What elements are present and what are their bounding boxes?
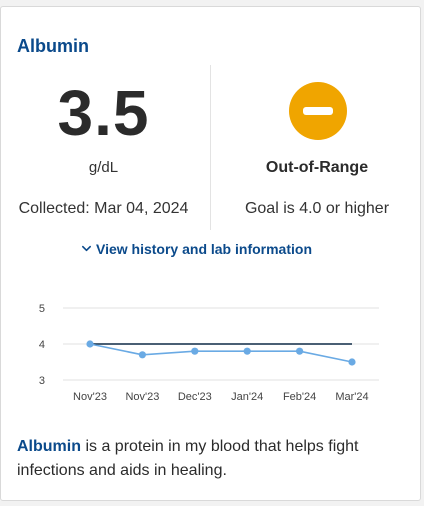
data-point xyxy=(191,347,199,355)
x-tick-label: Nov'23 xyxy=(125,391,159,403)
x-tick-label: Feb'24 xyxy=(283,391,316,403)
data-point xyxy=(296,347,304,355)
chevron-down-icon xyxy=(82,246,91,252)
x-tick-label: Jan'24 xyxy=(231,391,263,403)
result-unit: g/dL xyxy=(88,159,119,176)
data-point xyxy=(243,347,251,355)
data-point xyxy=(348,358,356,366)
column-divider xyxy=(210,65,211,230)
lab-title: Albumin xyxy=(17,36,89,56)
lab-result-card: Albumin 3.5 g/dL Collected: Mar 04, 2024… xyxy=(0,6,421,501)
collected-date: Collected: Mar 04, 2024 xyxy=(18,200,189,217)
minus-circle-icon xyxy=(289,82,347,140)
data-point xyxy=(86,340,94,348)
y-tick-label: 4 xyxy=(39,339,45,351)
view-history-label: View history and lab information xyxy=(96,241,312,257)
description: Albumin is a protein in my blood that he… xyxy=(17,435,409,483)
data-point xyxy=(138,351,146,359)
view-history-link[interactable]: View history and lab information xyxy=(81,241,312,257)
description-term[interactable]: Albumin xyxy=(17,438,81,455)
result-value: 3.5 xyxy=(57,77,150,149)
minus-bar xyxy=(303,107,333,115)
series-line xyxy=(89,343,353,363)
x-tick-label: Mar'24 xyxy=(335,391,368,403)
x-tick-label: Nov'23 xyxy=(73,391,107,403)
y-tick-label: 3 xyxy=(39,375,45,387)
y-tick-label: 5 xyxy=(39,303,45,315)
x-tick-label: Dec'23 xyxy=(178,391,212,403)
status-label: Out-of-Range xyxy=(265,159,369,176)
goal-text: Goal is 4.0 or higher xyxy=(244,200,390,217)
albumin-history-chart: 3 4 5 Nov'23 Nov'23 Dec'23 Jan'24 Feb'24 Mar'24 xyxy=(39,303,379,403)
